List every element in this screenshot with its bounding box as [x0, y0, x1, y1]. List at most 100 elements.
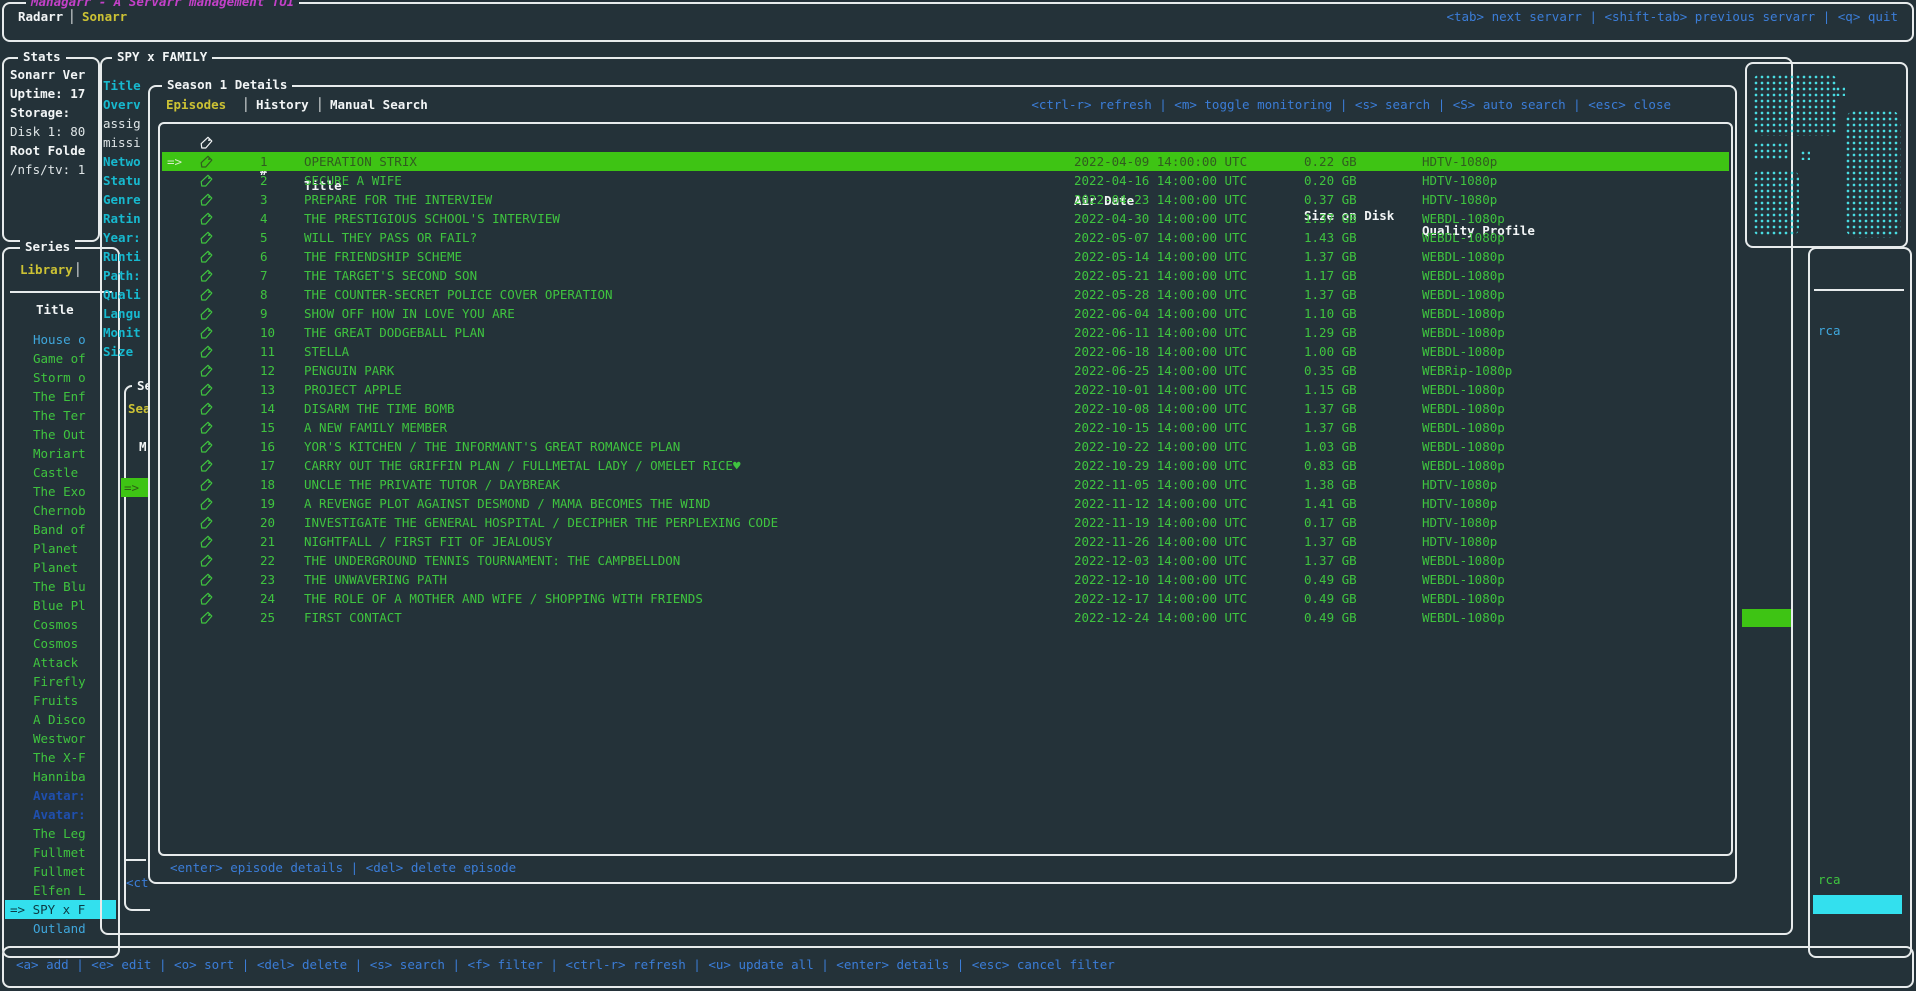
- monitored-tag-icon[interactable]: [200, 250, 213, 263]
- sidebar-series-item[interactable]: The Out: [33, 425, 86, 444]
- seasons-selected-row-fragment[interactable]: =>: [121, 478, 148, 497]
- tab-radarr[interactable]: Radarr: [18, 9, 63, 24]
- episode-row[interactable]: 24THE ROLE OF A MOTHER AND WIFE / SHOPPI…: [162, 589, 1729, 608]
- episode-row[interactable]: =>1OPERATION STRIX2022-04-09 14:00:00 UT…: [162, 152, 1729, 171]
- episode-row[interactable]: 7THE TARGET'S SECOND SON2022-05-21 14:00…: [162, 266, 1729, 285]
- monitored-tag-icon[interactable]: [200, 364, 213, 377]
- sidebar-series-item[interactable]: Storm o: [33, 368, 86, 387]
- sidebar-series-item[interactable]: Hanniba: [33, 767, 86, 786]
- episode-number: 24: [260, 589, 275, 608]
- monitored-tag-icon[interactable]: [200, 497, 213, 510]
- episode-row[interactable]: 8THE COUNTER-SECRET POLICE COVER OPERATI…: [162, 285, 1729, 304]
- monitored-tag-icon[interactable]: [200, 554, 213, 567]
- monitored-tag-icon[interactable]: [200, 573, 213, 586]
- monitored-tag-icon[interactable]: [200, 478, 213, 491]
- monitored-tag-icon[interactable]: [200, 421, 213, 434]
- tab-library[interactable]: Library: [20, 262, 73, 277]
- tab-episodes[interactable]: Episodes: [166, 97, 226, 112]
- episode-row[interactable]: 22THE UNDERGROUND TENNIS TOURNAMENT: THE…: [162, 551, 1729, 570]
- episode-row[interactable]: 3PREPARE FOR THE INTERVIEW2022-04-23 14:…: [162, 190, 1729, 209]
- monitored-tag-icon[interactable]: [200, 383, 213, 396]
- sidebar-series-item[interactable]: Firefly: [33, 672, 86, 691]
- sidebar-series-item[interactable]: House o: [33, 330, 86, 349]
- sidebar-series-item[interactable]: The Exo: [33, 482, 86, 501]
- poster-art-blob: [1845, 110, 1901, 238]
- episode-row[interactable]: 4THE PRESTIGIOUS SCHOOL'S INTERVIEW2022-…: [162, 209, 1729, 228]
- monitored-tag-icon[interactable]: [200, 288, 213, 301]
- sidebar-series-item[interactable]: Fullmet: [33, 862, 86, 881]
- monitored-tag-icon[interactable]: [200, 402, 213, 415]
- episode-row[interactable]: 11STELLA2022-06-18 14:00:00 UTC1.00 GBWE…: [162, 342, 1729, 361]
- tab-manual-search[interactable]: Manual Search: [330, 97, 428, 112]
- sidebar-series-item[interactable]: Band of: [33, 520, 86, 539]
- sidebar-series-item[interactable]: Avatar:: [33, 805, 86, 824]
- sidebar-series-item[interactable]: Westwor: [33, 729, 86, 748]
- tab-separator: │: [68, 9, 76, 24]
- episode-quality-profile: WEBDL-1080p: [1422, 418, 1505, 437]
- sidebar-series-item[interactable]: Avatar:: [33, 786, 86, 805]
- monitored-tag-icon[interactable]: [200, 516, 213, 529]
- monitored-tag-icon[interactable]: [200, 592, 213, 605]
- monitored-tag-icon[interactable]: [200, 535, 213, 548]
- tab-sonarr[interactable]: Sonarr: [82, 9, 127, 24]
- sidebar-series-item[interactable]: A Disco: [33, 710, 86, 729]
- series-column-header: Title: [36, 302, 74, 317]
- sidebar-series-item[interactable]: Elfen L: [33, 881, 86, 900]
- series-field-label: Langu: [103, 306, 148, 321]
- monitored-tag-icon[interactable]: [200, 155, 213, 168]
- episode-title: A NEW FAMILY MEMBER: [304, 418, 447, 437]
- episode-size: 1.37 GB: [1304, 285, 1357, 304]
- episode-row[interactable]: 15A NEW FAMILY MEMBER2022-10-15 14:00:00…: [162, 418, 1729, 437]
- sidebar-series-item[interactable]: The Enf: [33, 387, 86, 406]
- sidebar-series-item[interactable]: Blue Pl: [33, 596, 86, 615]
- episode-row[interactable]: 14DISARM THE TIME BOMB2022-10-08 14:00:0…: [162, 399, 1729, 418]
- sidebar-series-item[interactable]: Game of: [33, 349, 86, 368]
- monitored-tag-icon[interactable]: [200, 231, 213, 244]
- sidebar-series-item[interactable]: The X-F: [33, 748, 86, 767]
- monitored-tag-icon[interactable]: [200, 193, 213, 206]
- monitored-tag-icon[interactable]: [200, 440, 213, 453]
- sidebar-series-item[interactable]: Fullmet: [33, 843, 86, 862]
- sidebar-series-item[interactable]: Attack: [33, 653, 78, 672]
- episode-row[interactable]: 12PENGUIN PARK2022-06-25 14:00:00 UTC0.3…: [162, 361, 1729, 380]
- episode-row[interactable]: 21NIGHTFALL / FIRST FIT OF JEALOUSY2022-…: [162, 532, 1729, 551]
- monitored-tag-icon[interactable]: [200, 459, 213, 472]
- monitored-tag-icon[interactable]: [200, 326, 213, 339]
- monitored-tag-icon[interactable]: [200, 269, 213, 282]
- monitored-tag-icon[interactable]: [200, 212, 213, 225]
- episode-air-date: 2022-06-18 14:00:00 UTC: [1074, 342, 1247, 361]
- sidebar-series-item[interactable]: Cosmos: [33, 634, 78, 653]
- sidebar-series-item[interactable]: Fruits: [33, 691, 78, 710]
- episode-row[interactable]: 25FIRST CONTACT2022-12-24 14:00:00 UTC0.…: [162, 608, 1729, 627]
- episode-row[interactable]: 20INVESTIGATE THE GENERAL HOSPITAL / DEC…: [162, 513, 1729, 532]
- sidebar-series-item[interactable]: The Blu: [33, 577, 86, 596]
- stats-line: /nfs/tv: 1: [10, 162, 85, 177]
- footer-bar: <a> add | <e> edit | <o> sort | <del> de…: [2, 946, 1914, 988]
- sidebar-series-item[interactable]: The Ter: [33, 406, 86, 425]
- monitored-tag-icon[interactable]: [200, 174, 213, 187]
- episode-row[interactable]: 13PROJECT APPLE2022-10-01 14:00:00 UTC1.…: [162, 380, 1729, 399]
- episode-quality-profile: WEBDL-1080p: [1422, 247, 1505, 266]
- episode-row[interactable]: 5WILL THEY PASS OR FAIL?2022-05-07 14:00…: [162, 228, 1729, 247]
- sidebar-series-item[interactable]: Chernob: [33, 501, 86, 520]
- episode-row[interactable]: 23THE UNWAVERING PATH2022-12-10 14:00:00…: [162, 570, 1729, 589]
- episode-row[interactable]: 2SECURE A WIFE2022-04-16 14:00:00 UTC0.2…: [162, 171, 1729, 190]
- monitored-tag-icon[interactable]: [200, 611, 213, 624]
- tab-history[interactable]: History: [256, 97, 309, 112]
- monitored-tag-icon[interactable]: [200, 345, 213, 358]
- sidebar-series-item[interactable]: Planet: [33, 539, 78, 558]
- episode-row[interactable]: 17CARRY OUT THE GRIFFIN PLAN / FULLMETAL…: [162, 456, 1729, 475]
- episode-row[interactable]: 16YOR'S KITCHEN / THE INFORMANT'S GREAT …: [162, 437, 1729, 456]
- episode-row[interactable]: 6THE FRIENDSHIP SCHEME2022-05-14 14:00:0…: [162, 247, 1729, 266]
- episode-row[interactable]: 18UNCLE THE PRIVATE TUTOR / DAYBREAK2022…: [162, 475, 1729, 494]
- sidebar-series-item[interactable]: The Leg: [33, 824, 86, 843]
- sidebar-series-item[interactable]: Planet: [33, 558, 78, 577]
- sidebar-series-item[interactable]: Cosmos: [33, 615, 78, 634]
- sidebar-series-item[interactable]: Castle: [33, 463, 78, 482]
- episode-row[interactable]: 10THE GREAT DODGEBALL PLAN2022-06-11 14:…: [162, 323, 1729, 342]
- monitored-tag-icon[interactable]: [200, 307, 213, 320]
- sidebar-series-item[interactable]: Moriart: [33, 444, 86, 463]
- episode-row[interactable]: 19A REVENGE PLOT AGAINST DESMOND / MAMA …: [162, 494, 1729, 513]
- sidebar-series-item[interactable]: Outland: [33, 919, 86, 938]
- episode-row[interactable]: 9SHOW OFF HOW IN LOVE YOU ARE2022-06-04 …: [162, 304, 1729, 323]
